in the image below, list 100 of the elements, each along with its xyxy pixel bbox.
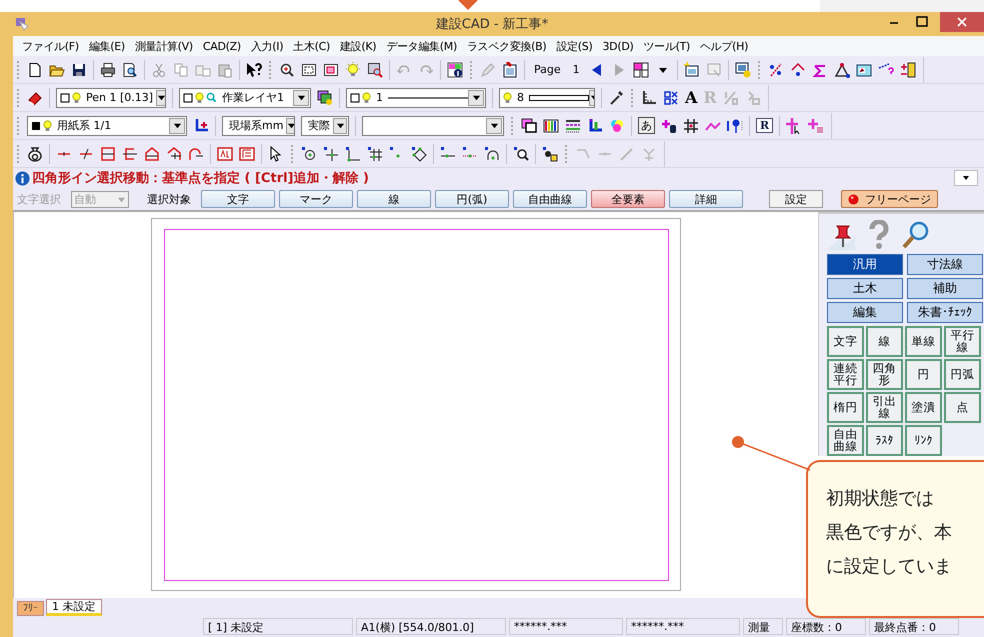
snap-corner-icon[interactable] bbox=[345, 146, 361, 162]
menu-item[interactable]: ツール(T) bbox=[638, 38, 696, 54]
free-page-button[interactable]: フリーページ bbox=[841, 190, 938, 208]
print-preview-icon[interactable] bbox=[122, 62, 138, 78]
axis-swap-icon[interactable] bbox=[587, 118, 603, 134]
snap-cross-icon[interactable] bbox=[323, 146, 339, 162]
toolbar-grip[interactable] bbox=[470, 60, 473, 78]
toolbar-grip[interactable] bbox=[17, 60, 20, 78]
coin-bag-icon[interactable] bbox=[27, 146, 43, 162]
zoom-area-icon[interactable] bbox=[367, 62, 383, 78]
tool-button[interactable]: 円弧 bbox=[944, 359, 981, 390]
menu-item[interactable]: ファイル(F) bbox=[17, 38, 84, 54]
pin-dots-icon[interactable] bbox=[727, 118, 743, 134]
category-button[interactable]: 補助 bbox=[907, 278, 983, 299]
filter-button[interactable]: 全要素 bbox=[591, 190, 665, 208]
house-line-icon[interactable] bbox=[144, 146, 160, 162]
line-styles-icon[interactable] bbox=[565, 118, 581, 134]
menu-item[interactable]: CAD(Z) bbox=[198, 40, 246, 52]
pointer-question-icon[interactable] bbox=[246, 62, 262, 78]
grid-icon[interactable] bbox=[683, 118, 699, 134]
toolbar-grip[interactable] bbox=[511, 116, 514, 134]
filter-button[interactable]: 円(弧) bbox=[435, 190, 509, 208]
eyedropper-icon[interactable] bbox=[608, 90, 624, 106]
overlap-icon[interactable] bbox=[521, 118, 537, 134]
toolbar-grip[interactable] bbox=[269, 60, 272, 78]
filter-button[interactable]: 線 bbox=[357, 190, 431, 208]
tool-button[interactable]: 文字 bbox=[827, 326, 864, 357]
tool-button[interactable]: 平行線 bbox=[944, 326, 981, 357]
category-button[interactable]: 汎用 bbox=[827, 254, 903, 275]
axis-icon[interactable] bbox=[193, 118, 209, 134]
dropdown-icon[interactable] bbox=[954, 170, 978, 186]
toolbar-grip[interactable] bbox=[631, 88, 634, 106]
dropdown-arrow-icon[interactable] bbox=[287, 121, 294, 130]
cross-cursor-icon[interactable] bbox=[786, 118, 802, 134]
lightbulb-icon[interactable] bbox=[345, 62, 361, 78]
category-button[interactable]: 朱書･ﾁｪｯｸ bbox=[907, 302, 983, 323]
page-tab[interactable]: 1 未設定 bbox=[46, 599, 102, 616]
menu-item[interactable]: 測量計算(V) bbox=[130, 38, 198, 54]
menu-item[interactable]: 設定(S) bbox=[551, 38, 598, 54]
toolbar-grip[interactable] bbox=[17, 144, 20, 162]
snap-grid-icon[interactable] bbox=[367, 146, 383, 162]
tool-button[interactable]: 連続平行 bbox=[827, 359, 864, 390]
menu-item[interactable]: データ編集(M) bbox=[381, 38, 462, 54]
new-file-icon[interactable] bbox=[27, 62, 43, 78]
import-icon[interactable] bbox=[502, 62, 518, 78]
dropdown-arrow-icon[interactable] bbox=[296, 93, 306, 102]
menu-item[interactable]: 編集(E) bbox=[84, 38, 130, 54]
zoom-icon[interactable] bbox=[279, 62, 295, 78]
cursor-icon[interactable] bbox=[268, 146, 284, 162]
coordinate-label-icon[interactable] bbox=[663, 90, 679, 106]
zoom-window-icon[interactable] bbox=[323, 62, 339, 78]
filter-button[interactable]: 詳細 bbox=[669, 190, 743, 208]
menu-item[interactable]: ラスベク変換(B) bbox=[462, 38, 552, 54]
dropdown-arrow-icon[interactable] bbox=[490, 121, 498, 130]
page-tab[interactable]: ﾌﾘｰ bbox=[17, 601, 44, 616]
tool-button[interactable]: ﾘﾝｸ bbox=[905, 425, 942, 456]
dropdown-arrow-icon[interactable] bbox=[336, 121, 344, 130]
snap-diamond-icon[interactable] bbox=[411, 146, 427, 162]
category-button[interactable]: 寸法線 bbox=[907, 254, 983, 275]
tool-button[interactable]: 線 bbox=[866, 326, 903, 357]
pen-dropdown[interactable]: Pen 1 [0.13] bbox=[56, 88, 166, 108]
cross-list-icon[interactable] bbox=[808, 118, 824, 134]
ruler-icon[interactable] bbox=[641, 90, 657, 106]
tool-button[interactable]: 自由曲線 bbox=[827, 425, 864, 456]
line-type-dropdown[interactable]: 1 bbox=[346, 88, 486, 108]
toolbar-grip[interactable] bbox=[291, 144, 294, 162]
node-angle-icon[interactable] bbox=[790, 62, 806, 78]
tool-button[interactable]: 点 bbox=[944, 392, 981, 423]
node-table-icon[interactable] bbox=[900, 62, 916, 78]
menu-item[interactable]: 3D(D) bbox=[597, 40, 638, 52]
color-bars-icon[interactable] bbox=[543, 118, 559, 134]
dropdown-arrow-icon[interactable] bbox=[472, 93, 480, 102]
snap-search-icon[interactable] bbox=[513, 146, 529, 162]
text-dropdown[interactable] bbox=[362, 116, 504, 136]
tool-button[interactable]: ﾗｽﾀ bbox=[866, 425, 903, 456]
bracket-line-icon[interactable] bbox=[122, 146, 138, 162]
menu-item[interactable]: 土木(C) bbox=[288, 38, 335, 54]
book-icon[interactable] bbox=[27, 90, 43, 106]
snap-cluster-icon[interactable] bbox=[542, 146, 558, 162]
calculator-icon[interactable] bbox=[856, 62, 872, 78]
toolbar-grip[interactable] bbox=[758, 60, 761, 78]
arc-line-icon[interactable] bbox=[188, 146, 204, 162]
category-button[interactable]: 編集 bbox=[827, 302, 903, 323]
line-width-dropdown[interactable]: 8 bbox=[499, 88, 595, 108]
snap-circle-icon[interactable] bbox=[301, 146, 317, 162]
color-circles-icon[interactable] bbox=[609, 118, 625, 134]
dropdown-arrow-icon[interactable] bbox=[157, 93, 165, 102]
menu-item[interactable]: 入力(I) bbox=[246, 38, 288, 54]
tool-button[interactable]: 引出線 bbox=[866, 392, 903, 423]
properties-icon[interactable] bbox=[447, 62, 463, 78]
close-icon[interactable] bbox=[940, 12, 984, 32]
attribute-icon[interactable] bbox=[239, 146, 255, 162]
triangle-node-icon[interactable] bbox=[834, 62, 850, 78]
save-icon[interactable] bbox=[71, 62, 87, 78]
tool-button[interactable]: 円 bbox=[905, 359, 942, 390]
tool-button[interactable]: 四角形 bbox=[866, 359, 903, 390]
zoom-extent-icon[interactable] bbox=[301, 62, 317, 78]
unit-dropdown[interactable]: 現場系mm bbox=[222, 116, 295, 136]
filter-button[interactable]: 自由曲線 bbox=[513, 190, 587, 208]
category-button[interactable]: 土木 bbox=[827, 278, 903, 299]
